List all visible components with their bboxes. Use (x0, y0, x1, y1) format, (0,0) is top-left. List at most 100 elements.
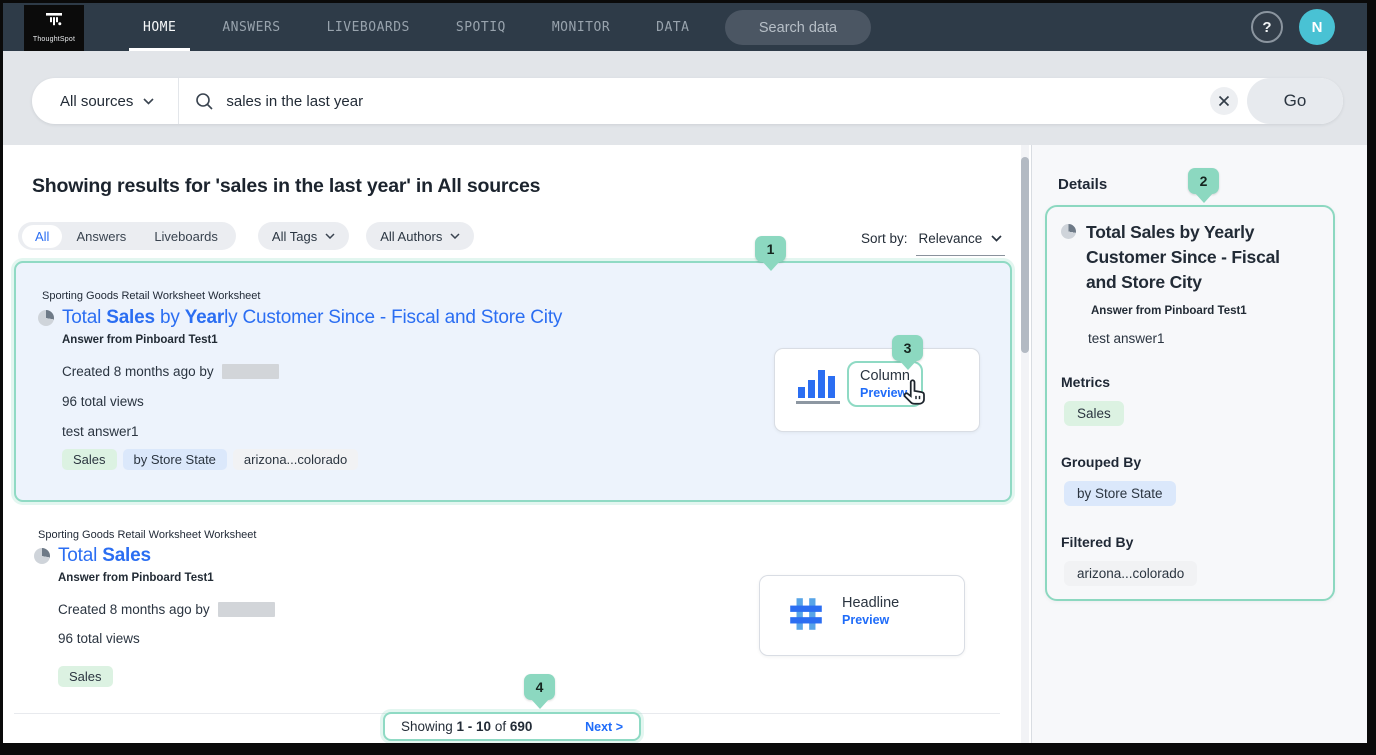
close-icon (1218, 95, 1230, 107)
clear-search-button[interactable] (1210, 87, 1238, 115)
answer-pie-icon (1061, 224, 1076, 239)
type-filter-segmented: All Answers Liveboards (18, 222, 236, 250)
nav-item-spotiq[interactable]: SPOTIQ (456, 3, 506, 51)
result-created: Created 8 months ago by (58, 602, 275, 617)
filter-all[interactable]: All (22, 225, 62, 248)
result-title-link[interactable]: Total Sales by Yearly Customer Since - F… (62, 307, 562, 329)
callout-pin-4: 4 (524, 674, 555, 700)
source-selector-label: All sources (60, 93, 133, 110)
results-pane: Showing results for 'sales in the last y… (3, 145, 1019, 743)
thoughtspot-app: ThoughtSpot HOME ANSWERS LIVEBOARDS SPOT… (3, 3, 1367, 743)
redacted-author (218, 602, 275, 617)
thoughtspot-logo[interactable]: ThoughtSpot (24, 5, 84, 51)
metric-tag: Sales (58, 666, 113, 687)
scrollbar-thumb[interactable] (1021, 157, 1029, 353)
details-title-row: Total Sales by Yearly Customer Since - F… (1061, 220, 1319, 295)
details-panel: Details 2 Total Sales by Yearly Customer… (1031, 145, 1367, 743)
source-selector[interactable]: All sources (32, 93, 178, 110)
details-description: test answer1 (1088, 331, 1319, 346)
filter-tag: arizona...colorado (233, 449, 358, 470)
result-views: 96 total views (58, 631, 140, 646)
sort-dropdown[interactable]: Relevance (916, 231, 1006, 256)
callout-pin-1: 1 (755, 236, 786, 262)
tags-filter-dropdown[interactable]: All Tags (258, 222, 349, 250)
user-avatar[interactable]: N (1299, 9, 1335, 45)
headline-hash-icon (786, 593, 826, 635)
filter-row: All Answers Liveboards All Tags All Auth… (18, 222, 474, 250)
grouped-by-chip: by Store State (1064, 481, 1176, 506)
callout-pin-2: 2 (1188, 168, 1219, 194)
screenshot-frame: ThoughtSpot HOME ANSWERS LIVEBOARDS SPOT… (0, 0, 1376, 755)
sort-control: Sort by: Relevance (861, 231, 1005, 256)
preview-text: Headline Preview (842, 595, 899, 627)
help-button[interactable]: ? (1251, 11, 1283, 43)
callout-pin-3: 3 (892, 335, 923, 361)
result-title-link[interactable]: Total Sales (58, 545, 151, 567)
result-source: Sporting Goods Retail Worksheet Workshee… (38, 529, 256, 541)
result-title-row: Total Sales (34, 545, 151, 567)
details-heading: Details (1058, 176, 1107, 193)
chevron-down-icon (450, 233, 460, 239)
sort-label: Sort by: (861, 231, 908, 246)
answer-pie-icon (34, 548, 50, 564)
content-area: Showing results for 'sales in the last y… (3, 145, 1367, 743)
search-divider (178, 78, 179, 124)
nav-item-answers[interactable]: ANSWERS (222, 3, 280, 51)
preview-card-headline[interactable]: Headline Preview (759, 575, 965, 656)
filter-answers[interactable]: Answers (62, 225, 140, 248)
pagination-status: Showing 1 - 10 of 690 (401, 719, 532, 734)
authors-filter-label: All Authors (380, 229, 442, 244)
primary-nav: HOME ANSWERS LIVEBOARDS SPOTIQ MONITOR D… (143, 3, 689, 51)
chevron-down-icon (143, 98, 154, 105)
nav-item-liveboards[interactable]: LIVEBOARDS (327, 3, 410, 51)
redacted-author (222, 364, 279, 379)
nav-item-monitor[interactable]: MONITOR (552, 3, 610, 51)
column-chart-icon (796, 370, 840, 404)
metric-tag: Sales (62, 449, 117, 470)
sort-value: Relevance (919, 231, 983, 246)
result-tag-row: Sales by Store State arizona...colorado (62, 449, 358, 470)
details-subtitle: Answer from Pinboard Test1 (1091, 305, 1319, 317)
search-bar: All sources Go (32, 78, 1343, 124)
chevron-down-icon (325, 233, 335, 239)
nav-item-home[interactable]: HOME (143, 3, 176, 51)
result-subtitle: Answer from Pinboard Test1 (62, 334, 218, 346)
nav-search-data-button[interactable]: Search data (725, 10, 871, 45)
result-title-row: Total Sales by Yearly Customer Since - F… (38, 307, 562, 329)
authors-filter-dropdown[interactable]: All Authors (366, 222, 474, 250)
filtered-by-chip: arizona...colorado (1064, 561, 1197, 586)
details-title: Total Sales by Yearly Customer Since - F… (1086, 220, 1286, 295)
group-tag: by Store State (123, 449, 227, 470)
search-strip: All sources Go (3, 51, 1367, 145)
next-page-link[interactable]: Next > (585, 720, 623, 734)
thoughtspot-logo-icon (43, 13, 65, 33)
search-input[interactable] (226, 93, 1210, 110)
grouped-by-label: Grouped By (1061, 454, 1319, 470)
result-views: 96 total views (62, 394, 144, 409)
result-tag-row: Sales (58, 666, 113, 687)
result-source: Sporting Goods Retail Worksheet Workshee… (42, 290, 260, 302)
preview-type-label: Headline (842, 595, 899, 611)
pagination-bar: Showing 1 - 10 of 690 Next > (383, 712, 641, 741)
hand-cursor-icon (900, 379, 930, 409)
preview-link[interactable]: Preview (842, 613, 899, 627)
results-heading: Showing results for 'sales in the last y… (32, 175, 540, 198)
chevron-down-icon (991, 235, 1002, 242)
result-created: Created 8 months ago by (62, 364, 279, 379)
nav-item-data[interactable]: DATA (656, 3, 689, 51)
answer-pie-icon (38, 310, 54, 326)
logo-label: ThoughtSpot (33, 36, 75, 43)
go-button[interactable]: Go (1247, 78, 1343, 124)
metrics-chip: Sales (1064, 401, 1124, 426)
top-nav: ThoughtSpot HOME ANSWERS LIVEBOARDS SPOT… (3, 3, 1367, 51)
filtered-by-label: Filtered By (1061, 534, 1319, 550)
details-highlight-box: Total Sales by Yearly Customer Since - F… (1045, 205, 1335, 601)
preview-card-column[interactable]: Column Preview (774, 348, 980, 432)
result-description: test answer1 (62, 424, 139, 439)
result-card-1: Sporting Goods Retail Worksheet Workshee… (14, 261, 1012, 502)
search-icon (195, 92, 214, 111)
tags-filter-label: All Tags (272, 229, 317, 244)
result-subtitle: Answer from Pinboard Test1 (58, 572, 214, 584)
filter-liveboards[interactable]: Liveboards (140, 225, 232, 248)
metrics-label: Metrics (1061, 374, 1319, 390)
